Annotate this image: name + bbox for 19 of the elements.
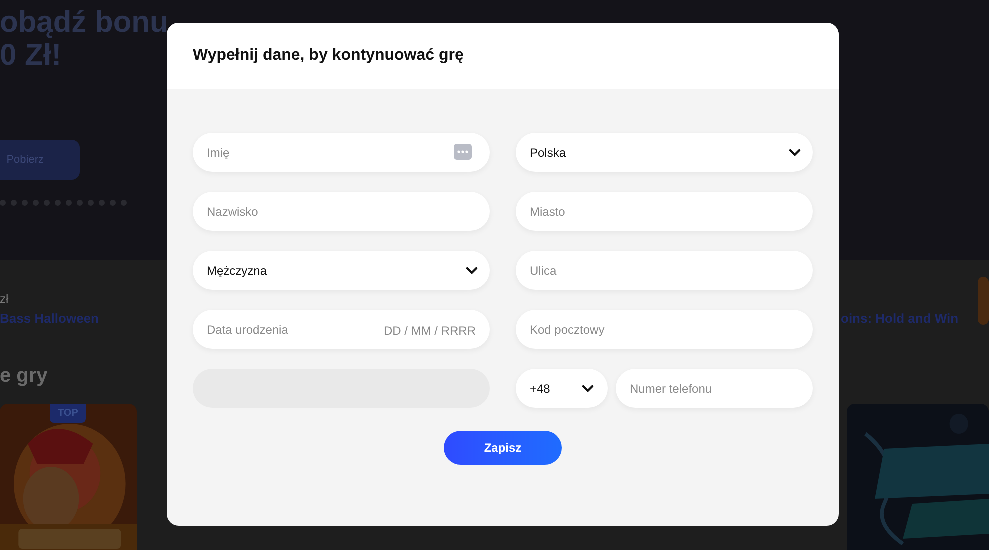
dropdown[interactable]: Polska xyxy=(516,133,813,172)
text-field[interactable]: Nazwisko xyxy=(193,192,490,231)
game-thumbnail xyxy=(978,277,989,325)
text-field[interactable]: Miasto xyxy=(516,192,813,231)
chevron-down-icon xyxy=(789,148,801,156)
text-field[interactable]: Imię xyxy=(193,133,490,172)
country-code-dropdown[interactable]: +48 xyxy=(516,369,608,408)
dropdown[interactable]: Mężczyzna xyxy=(193,251,490,290)
win-amount: zł xyxy=(0,291,9,308)
date-format-hint: DD / MM / RRRR xyxy=(384,323,476,340)
section-title: e gry xyxy=(0,364,48,389)
more-icon xyxy=(454,144,472,160)
dialog-title: Wypełnij dane, by kontynuować grę xyxy=(193,46,464,66)
text-field[interactable]: Kod pocztowy xyxy=(516,310,813,349)
text-field[interactable]: Ulica xyxy=(516,251,813,290)
chevron-down-icon xyxy=(582,384,594,392)
phone-field[interactable]: Numer telefonu xyxy=(616,369,813,408)
save-button[interactable]: Zapisz xyxy=(444,431,562,465)
chevron-down-icon xyxy=(466,266,478,274)
